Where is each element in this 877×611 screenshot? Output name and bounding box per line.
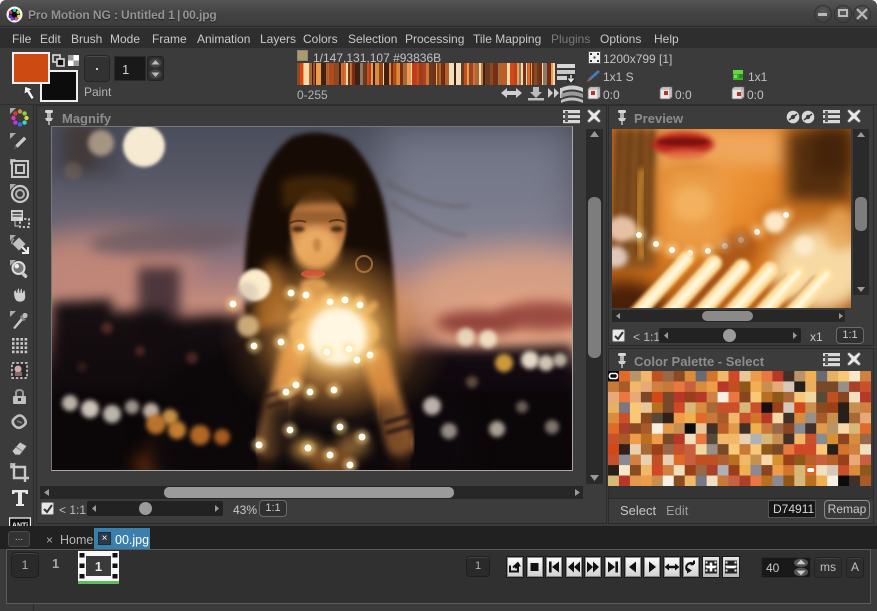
svg-text:1: 1 xyxy=(95,559,102,574)
